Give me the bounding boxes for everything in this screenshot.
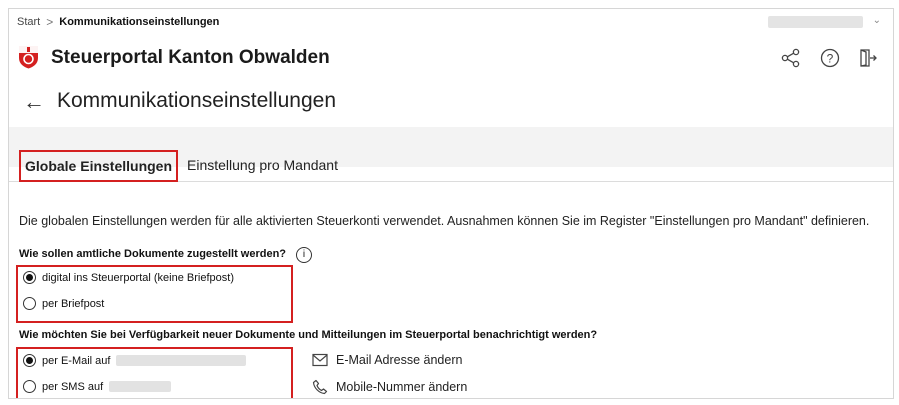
change-email-link[interactable]: E-Mail Adresse ändern bbox=[312, 353, 462, 367]
delivery-question-text: Wie sollen amtliche Dokumente zugestellt… bbox=[19, 248, 287, 260]
change-mobile-link[interactable]: Mobile-Nummer ändern bbox=[312, 379, 467, 395]
change-mobile-label: Mobile-Nummer ändern bbox=[336, 380, 468, 394]
arrow-left-icon[interactable]: ← bbox=[23, 91, 45, 113]
radio-label: per Briefpost bbox=[42, 297, 105, 310]
breadcrumb-current: Kommunikationseinstellungen bbox=[59, 16, 220, 28]
radio-button-selected[interactable] bbox=[23, 354, 36, 367]
radio-button[interactable] bbox=[23, 297, 36, 310]
app-window: Start > Kommunikationseinstellungen ⌄ St… bbox=[8, 8, 894, 399]
page-header: ← Kommunikationseinstellungen bbox=[9, 83, 893, 123]
tab-bar: Globale Einstellungen Einstellung pro Ma… bbox=[9, 135, 893, 182]
info-icon[interactable]: i bbox=[296, 247, 313, 263]
radio-label: per SMS auf bbox=[42, 380, 104, 393]
breadcrumb-start[interactable]: Start bbox=[17, 16, 40, 28]
radio-button[interactable] bbox=[23, 380, 36, 393]
account-selector[interactable] bbox=[768, 16, 863, 28]
app-header: Steuerportal Kanton Obwalden ? bbox=[9, 35, 893, 79]
help-icon[interactable]: ? bbox=[820, 48, 840, 68]
notify-question: Wie möchten Sie bei Verfügbarkeit neuer … bbox=[19, 329, 598, 341]
app-title: Steuerportal Kanton Obwalden bbox=[51, 47, 330, 68]
top-bar: Start > Kommunikationseinstellungen ⌄ bbox=[9, 9, 893, 35]
tab-global-settings[interactable]: Globale Einstellungen bbox=[19, 150, 179, 182]
redacted-email bbox=[116, 355, 247, 366]
radio-sms[interactable]: per SMS auf bbox=[23, 380, 172, 393]
share-icon[interactable] bbox=[781, 48, 801, 68]
tab-per-client-settings[interactable]: Einstellung pro Mandant bbox=[187, 157, 338, 173]
breadcrumb-separator: > bbox=[46, 15, 54, 29]
svg-text:?: ? bbox=[827, 52, 834, 66]
radio-button-selected[interactable] bbox=[23, 271, 36, 284]
change-email-label: E-Mail Adresse ändern bbox=[336, 353, 463, 367]
chevron-down-icon[interactable]: ⌄ bbox=[873, 15, 881, 26]
delivery-question: Wie sollen amtliche Dokumente zugestellt… bbox=[19, 247, 313, 263]
redacted-phone bbox=[109, 381, 172, 392]
breadcrumb: Start > Kommunikationseinstellungen bbox=[17, 15, 219, 29]
radio-letter-post[interactable]: per Briefpost bbox=[23, 297, 104, 310]
radio-email[interactable]: per E-Mail auf bbox=[23, 354, 247, 367]
description-text: Die globalen Einstellungen werden für al… bbox=[19, 214, 870, 228]
page-title: Kommunikationseinstellungen bbox=[57, 89, 336, 112]
logout-icon[interactable] bbox=[858, 48, 878, 68]
radio-digital-portal[interactable]: digital ins Steuerportal (keine Briefpos… bbox=[23, 271, 234, 284]
radio-label: per E-Mail auf bbox=[42, 354, 111, 367]
canton-logo-icon bbox=[19, 46, 38, 69]
phone-icon bbox=[312, 379, 328, 395]
radio-label: digital ins Steuerportal (keine Briefpos… bbox=[42, 271, 234, 284]
mail-icon bbox=[312, 353, 328, 367]
